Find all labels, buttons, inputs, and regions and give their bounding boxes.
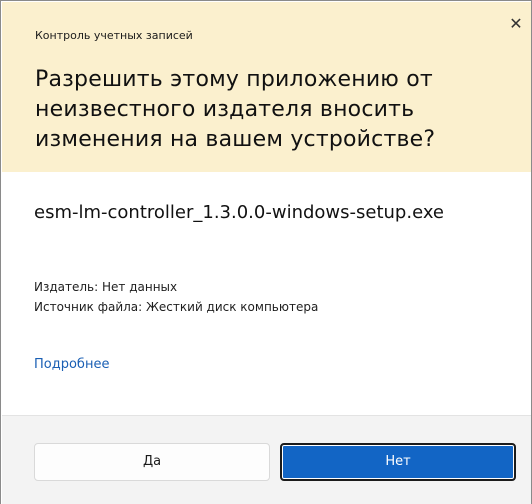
- no-button[interactable]: Нет: [280, 443, 516, 481]
- app-details: Издатель: Нет данных Источник файла: Жес…: [34, 277, 318, 317]
- dialog-question: Разрешить этому приложению от неизвестно…: [35, 67, 436, 152]
- yes-button[interactable]: Да: [34, 443, 270, 481]
- publisher-text: Издатель: Нет данных: [34, 280, 178, 294]
- more-details-link[interactable]: Подробнее: [34, 357, 109, 372]
- app-filename: esm-lm-controller_1.3.0.0-windows-setup.…: [34, 202, 445, 223]
- uac-dialog: Контроль учетных записей ✕ Разрешить это…: [0, 0, 532, 504]
- dialog-header: Контроль учетных записей ✕ Разрешить это…: [2, 2, 531, 172]
- dialog-caption: Контроль учетных записей: [35, 29, 193, 42]
- source-text: Источник файла: Жесткий диск компьютера: [34, 300, 319, 314]
- close-icon[interactable]: ✕: [506, 14, 526, 34]
